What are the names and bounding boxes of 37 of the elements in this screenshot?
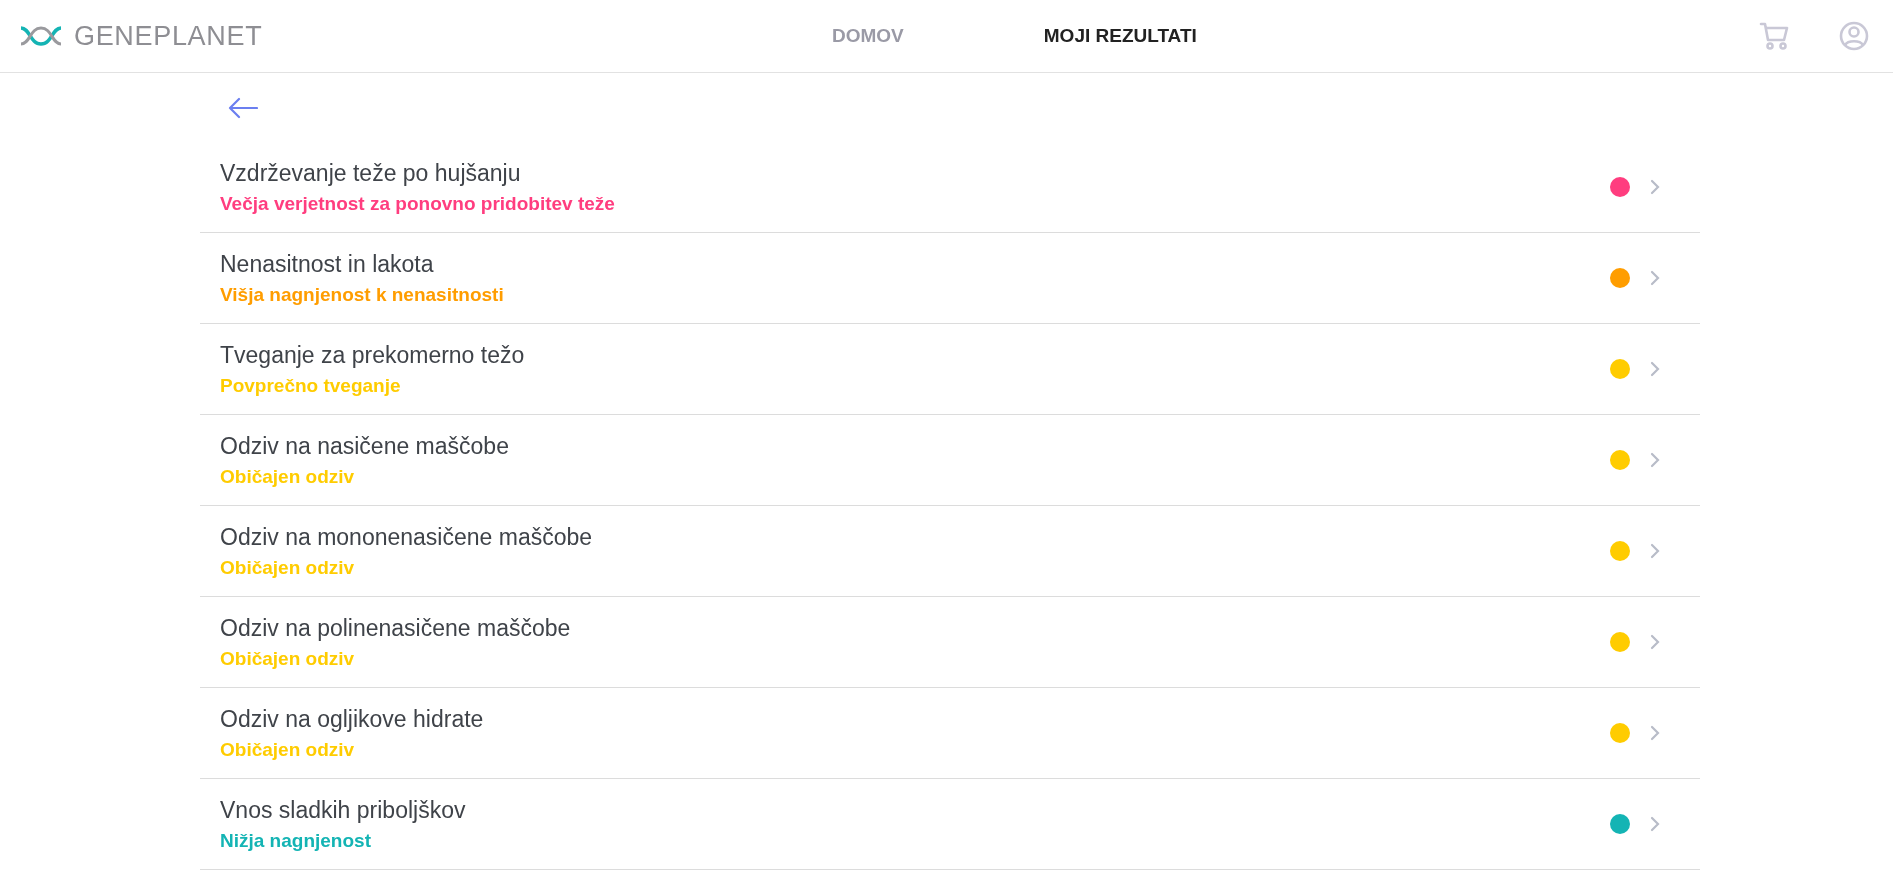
result-title: Odziv na mononenasičene maščobe [220, 522, 594, 552]
chevron-right-icon [1650, 270, 1660, 286]
nav-link[interactable]: MOJI REZULTATI [1043, 21, 1197, 51]
result-label: Običajen odziv [220, 737, 356, 762]
result-title: Odziv na nasičene maščobe [220, 431, 510, 461]
chevron-right-icon [1650, 543, 1660, 559]
result-row[interactable]: Vzdrževanje teže po hujšanju Večja verjetnost za ponovno pridobitev teže [200, 142, 1700, 233]
result-title: Odziv na ogljikove hidrate [220, 704, 485, 734]
result-title: Nenasitnost in lakota [220, 249, 435, 279]
result-label: Običajen odziv [220, 555, 356, 580]
result-title: Vzdrževanje teže po hujšanju [220, 158, 522, 188]
result-title: Vnos sladkih priboljškov [220, 795, 467, 825]
result-label: Višja nagnjenost k nenasitnosti [220, 282, 505, 307]
result-label: Nižja nagnjenost [220, 828, 372, 853]
chevron-right-icon [1650, 725, 1660, 741]
result-row[interactable]: Odziv na ogljikove hidrate Običajen odziv [200, 688, 1700, 779]
result-row[interactable]: Odziv na polinenasičene maščobe Običajen odziv [200, 597, 1700, 688]
result-row[interactable]: Nenasitnost in lakota Višja nagnjenost k nenasitnosti [200, 233, 1700, 324]
result-row[interactable]: Odziv na mononenasičene maščobe Običajen odziv [200, 506, 1700, 597]
result-row[interactable]: Vnos sladkih priboljškov Nižja nagnjenost [200, 779, 1700, 870]
result-label: Običajen odziv [220, 464, 356, 489]
chevron-right-icon [1650, 179, 1660, 195]
result-title: Odziv na polinenasičene maščobe [220, 613, 572, 643]
result-label: Povprečno tveganje [220, 373, 402, 398]
result-row[interactable]: Tveganje za prekomerno težo Povprečno tveganje [200, 324, 1700, 415]
result-title: Tveganje za prekomerno težo [220, 340, 526, 370]
chevron-right-icon [1650, 634, 1660, 650]
chevron-right-icon [1650, 452, 1660, 468]
cart-icon[interactable] [1759, 21, 1791, 51]
result-label: Običajen odziv [220, 646, 356, 671]
user-profile-icon[interactable] [1839, 21, 1869, 51]
back-arrow-icon[interactable] [228, 96, 258, 119]
dna-logo-icon [20, 26, 62, 46]
result-label: Večja verjetnost za ponovno pridobitev teže [220, 191, 616, 216]
chevron-right-icon [1650, 816, 1660, 832]
chevron-right-icon [1650, 361, 1660, 377]
result-row[interactable]: Odziv na nasičene maščobe Običajen odziv [200, 415, 1700, 506]
